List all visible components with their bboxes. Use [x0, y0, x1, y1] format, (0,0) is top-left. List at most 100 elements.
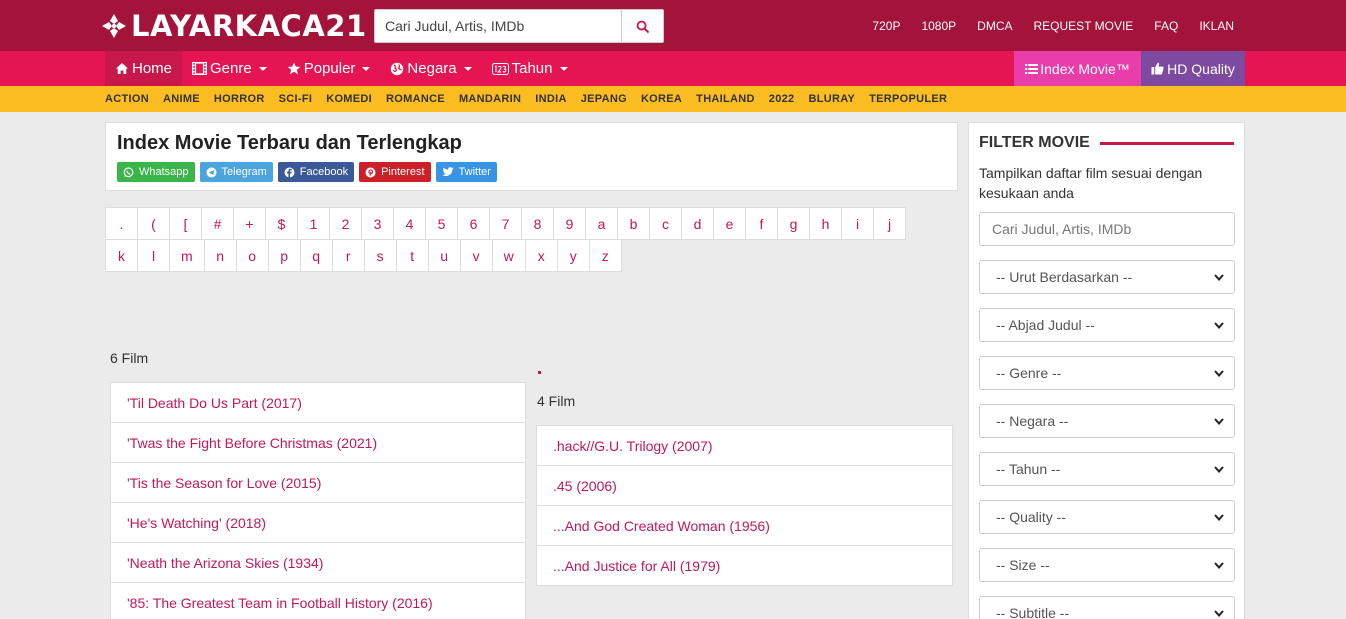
alphabet-select[interactable]: -- Abjad Judul -- [979, 308, 1235, 342]
subtitle-select[interactable]: -- Subtitle -- [979, 596, 1235, 619]
alpha-i[interactable]: i [841, 207, 874, 240]
year-select[interactable]: -- Tahun -- [979, 452, 1235, 486]
genre-link-terpopuler[interactable]: TERPOPULER [869, 93, 947, 105]
alpha-r[interactable]: r [331, 239, 365, 272]
genre-link-mandarin[interactable]: MANDARIN [459, 93, 521, 105]
alpha-v[interactable]: v [459, 239, 493, 272]
top-link-faq[interactable]: FAQ [1154, 19, 1178, 33]
alpha-8[interactable]: 8 [521, 207, 554, 240]
genre-link-india[interactable]: INDIA [535, 93, 566, 105]
chevron-down-icon [1214, 610, 1224, 617]
alpha-k[interactable]: k [105, 239, 138, 272]
alpha-w[interactable]: w [491, 239, 526, 272]
chevron-down-icon [1214, 370, 1224, 377]
film-item[interactable]: .45 (2006) [536, 465, 953, 506]
film-item[interactable]: ...And God Created Woman (1956) [536, 505, 953, 546]
share-facebook-button[interactable]: Facebook [277, 162, 355, 182]
alpha-m[interactable]: m [169, 239, 205, 272]
genre-link-horror[interactable]: HORROR [214, 93, 265, 105]
search-input[interactable] [374, 9, 621, 43]
alpha-paren[interactable]: ( [137, 207, 170, 240]
film-item[interactable]: .hack//G.U. Trilogy (2007) [536, 425, 953, 466]
alpha-c[interactable]: c [649, 207, 682, 240]
thumbs-up-icon [1151, 62, 1164, 75]
genre-link-2022[interactable]: 2022 [769, 93, 795, 105]
top-link-720p[interactable]: 720P [872, 19, 900, 33]
genre-select[interactable]: -- Genre -- [979, 356, 1235, 390]
alpha-7[interactable]: 7 [489, 207, 522, 240]
alpha-q[interactable]: q [299, 239, 333, 272]
alpha-b[interactable]: b [617, 207, 650, 240]
film-item[interactable]: '85: The Greatest Team in Football Histo… [110, 582, 526, 619]
genre-link-bluray[interactable]: BLURAY [808, 93, 855, 105]
alpha-o[interactable]: o [235, 239, 269, 272]
genre-link-korea[interactable]: KOREA [641, 93, 682, 105]
alpha-h[interactable]: h [809, 207, 842, 240]
genre-link-komedi[interactable]: KOMEDI [326, 93, 372, 105]
genre-link-action[interactable]: ACTION [105, 93, 149, 105]
film-item[interactable]: ...And Justice for All (1979) [536, 545, 953, 586]
film-item[interactable]: 'Twas the Fight Before Christmas (2021) [110, 422, 526, 463]
share-pinterest-button[interactable]: Pinterest [359, 162, 431, 182]
sort-select[interactable]: -- Urut Berdasarkan -- [979, 260, 1235, 294]
top-link-dmca[interactable]: DMCA [977, 19, 1012, 33]
alpha-f[interactable]: f [745, 207, 778, 240]
share-telegram-button[interactable]: Telegram [199, 162, 273, 182]
film-item[interactable]: 'Neath the Arizona Skies (1934) [110, 542, 526, 583]
alpha-6[interactable]: 6 [457, 207, 490, 240]
nav-populer[interactable]: Populer [277, 51, 381, 86]
alpha-p[interactable]: p [267, 239, 301, 272]
alpha-t[interactable]: t [395, 239, 429, 272]
country-select[interactable]: -- Negara -- [979, 404, 1235, 438]
genre-link-anime[interactable]: ANIME [163, 93, 200, 105]
index-movie-button[interactable]: Index Movie™ [1014, 51, 1141, 86]
share-whatsapp-button[interactable]: Whatsapp [117, 162, 195, 182]
alpha-bracket[interactable]: [ [169, 207, 202, 240]
alpha-2[interactable]: 2 [329, 207, 362, 240]
alpha-5[interactable]: 5 [425, 207, 458, 240]
alpha-4[interactable]: 4 [393, 207, 426, 240]
nav-home[interactable]: Home [105, 51, 183, 86]
alpha-9[interactable]: 9 [553, 207, 586, 240]
top-link-1080p[interactable]: 1080P [921, 19, 956, 33]
nav-tahun[interactable]: Tahun [482, 51, 578, 86]
top-link-request-movie[interactable]: REQUEST MOVIE [1034, 19, 1134, 33]
genre-link-thailand[interactable]: THAILAND [696, 93, 755, 105]
alpha-dot[interactable]: . [105, 207, 138, 240]
genre-link-romance[interactable]: ROMANCE [386, 93, 445, 105]
search-button[interactable] [621, 9, 664, 43]
film-item[interactable]: 'He's Watching' (2018) [110, 502, 526, 543]
film-item[interactable]: 'Tis the Season for Love (2015) [110, 462, 526, 503]
alpha-l[interactable]: l [137, 239, 170, 272]
filter-search-input[interactable] [979, 212, 1235, 246]
alpha-u[interactable]: u [427, 239, 461, 272]
genre-link-jepang[interactable]: JEPANG [581, 93, 627, 105]
alpha-1[interactable]: 1 [297, 207, 330, 240]
share-twitter-button[interactable]: Twitter [435, 162, 497, 182]
site-logo[interactable]: LAYARKACA21 [100, 9, 367, 43]
alpha-j[interactable]: j [873, 207, 906, 240]
alpha-x[interactable]: x [524, 239, 558, 272]
alpha-plus[interactable]: + [233, 207, 266, 240]
quality-select[interactable]: -- Quality -- [979, 500, 1235, 534]
alpha-dollar[interactable]: $ [265, 207, 298, 240]
alpha-3[interactable]: 3 [361, 207, 394, 240]
top-link-iklan[interactable]: IKLAN [1199, 19, 1234, 33]
nav-genre[interactable]: Genre [182, 51, 277, 86]
alpha-d[interactable]: d [681, 207, 714, 240]
film-item[interactable]: 'Til Death Do Us Part (2017) [110, 382, 526, 423]
alpha-y[interactable]: y [556, 239, 590, 272]
alpha-e[interactable]: e [713, 207, 746, 240]
alpha-z[interactable]: z [588, 239, 622, 272]
alpha-n[interactable]: n [203, 239, 237, 272]
alpha-hash[interactable]: # [201, 207, 234, 240]
hd-quality-button[interactable]: HD Quality [1141, 51, 1245, 86]
genre-link-sci-fi[interactable]: SCI-FI [279, 93, 313, 105]
alpha-a[interactable]: a [585, 207, 618, 240]
alpha-s[interactable]: s [363, 239, 397, 272]
nav-tahun-label: Tahun [511, 60, 553, 77]
size-select[interactable]: -- Size -- [979, 548, 1235, 582]
nav-genre-label: Genre [210, 60, 252, 77]
alpha-g[interactable]: g [777, 207, 810, 240]
nav-negara[interactable]: Negara [380, 51, 481, 86]
